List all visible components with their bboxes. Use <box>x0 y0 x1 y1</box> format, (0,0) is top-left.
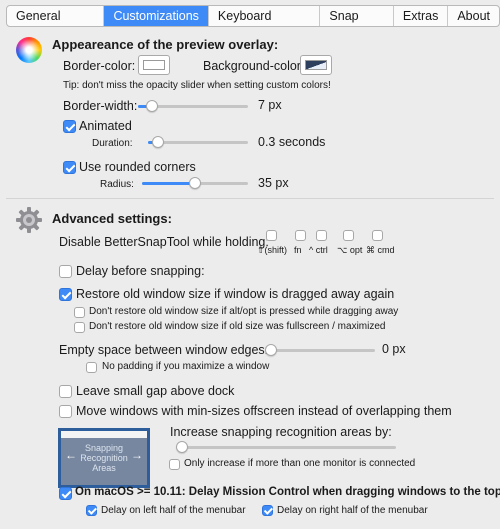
modifier-shift-checkbox[interactable] <box>266 230 277 241</box>
tab-about[interactable]: About <box>448 6 499 26</box>
modifier-cmd-label: ⌘ cmd <box>366 245 395 255</box>
background-color-well[interactable] <box>300 55 332 75</box>
restore-fullscreen-label: Don't restore old window size if old siz… <box>89 321 386 332</box>
modifier-cmd-checkbox[interactable] <box>372 230 383 241</box>
overlay-heading: Appeareance of the preview overlay: <box>52 37 279 52</box>
duration-value: 0.3 seconds <box>258 135 326 149</box>
rounded-corners-label: Use rounded corners <box>79 160 196 174</box>
delay-right-label: Delay on right half of the menubar <box>277 505 428 516</box>
tab-bar: General Settings Customizations Keyboard… <box>6 5 500 27</box>
slider-knob[interactable] <box>145 100 158 112</box>
delay-left-label: Delay on left half of the menubar <box>101 505 246 516</box>
color-wheel-icon <box>16 37 42 63</box>
min-sizes-checkbox[interactable] <box>59 405 72 418</box>
border-width-label: Border-width: <box>63 99 138 113</box>
arrow-right-icon: → <box>131 448 143 462</box>
radius-slider[interactable] <box>142 176 248 190</box>
modifier-opt-label: ⌥ opt <box>337 245 363 255</box>
advanced-heading: Advanced settings: <box>52 211 172 226</box>
empty-space-value: 0 px <box>382 342 406 356</box>
slider-knob[interactable] <box>152 136 165 148</box>
tab-keyboard-shortcuts[interactable]: Keyboard Shortcuts <box>209 6 321 26</box>
modifier-opt-checkbox[interactable] <box>343 230 354 241</box>
modifier-ctrl-checkbox[interactable] <box>316 230 327 241</box>
tab-customizations[interactable]: Customizations <box>104 6 209 26</box>
duration-label: Duration: <box>92 138 133 149</box>
only-increase-checkbox[interactable] <box>169 459 180 470</box>
tab-extras[interactable]: Extras <box>394 6 449 26</box>
empty-space-slider[interactable] <box>265 343 375 357</box>
modifier-fn-checkbox[interactable] <box>295 230 306 241</box>
gap-dock-checkbox[interactable] <box>59 385 72 398</box>
modifier-fn-label: fn <box>294 245 302 255</box>
no-padding-checkbox[interactable] <box>86 362 97 373</box>
min-sizes-label: Move windows with min-sizes offscreen in… <box>76 404 452 418</box>
only-increase-label: Only increase if more than one monitor i… <box>184 458 416 469</box>
delay-left-checkbox[interactable] <box>86 505 97 516</box>
restore-size-label: Restore old window size if window is dra… <box>76 287 395 301</box>
arrow-left-icon: ← <box>65 448 77 462</box>
border-width-slider[interactable] <box>138 99 248 113</box>
background-color-label: Background-color: <box>203 59 305 73</box>
tab-snap-areas[interactable]: Snap Areas <box>320 6 394 26</box>
border-color-well[interactable] <box>138 55 170 75</box>
slider-knob[interactable] <box>189 177 201 189</box>
modifier-shift-label: ⇧(shift) <box>257 245 288 255</box>
duration-slider[interactable] <box>148 135 248 149</box>
restore-alt-checkbox[interactable] <box>74 307 85 318</box>
border-color-swatch <box>143 60 165 70</box>
modifier-ctrl-label: ^ ctrl <box>309 245 328 255</box>
delay-snapping-checkbox[interactable] <box>59 265 72 278</box>
radius-label: Radius: <box>100 179 134 190</box>
delay-right-checkbox[interactable] <box>262 505 273 516</box>
section-divider <box>6 198 494 199</box>
disable-label: Disable BetterSnapTool while holding: <box>59 235 269 249</box>
border-width-value: 7 px <box>258 98 282 112</box>
tab-general-settings[interactable]: General Settings <box>7 6 105 26</box>
mission-control-label: On macOS >= 10.11: Delay Mission Control… <box>75 486 500 498</box>
snap-area-preview: Snapping Recognition Areas ← → <box>58 428 150 488</box>
radius-value: 35 px <box>258 176 289 190</box>
increase-slider[interactable] <box>176 440 396 454</box>
delay-snapping-label: Delay before snapping: <box>76 264 205 278</box>
animated-label: Animated <box>79 119 132 133</box>
empty-space-label: Empty space between window edges: <box>59 343 269 357</box>
rounded-corners-checkbox[interactable] <box>63 161 76 174</box>
mission-control-checkbox[interactable] <box>59 487 72 500</box>
restore-alt-label: Don't restore old window size if alt/opt… <box>89 306 399 317</box>
no-padding-label: No padding if you maximize a window <box>102 361 270 372</box>
restore-fullscreen-checkbox[interactable] <box>74 322 85 333</box>
slider-knob[interactable] <box>265 344 277 356</box>
gap-dock-label: Leave small gap above dock <box>76 384 235 398</box>
overlay-tip: Tip: don't miss the opacity slider when … <box>63 80 331 91</box>
slider-knob[interactable] <box>176 441 188 453</box>
gear-icon <box>15 206 43 234</box>
background-color-swatch <box>305 60 327 70</box>
increase-label: Increase snapping recognition areas by: <box>170 425 392 439</box>
border-color-label: Border-color: <box>63 59 136 73</box>
preview-menubar <box>61 431 147 438</box>
animated-checkbox[interactable] <box>63 120 76 133</box>
restore-size-checkbox[interactable] <box>59 288 72 301</box>
